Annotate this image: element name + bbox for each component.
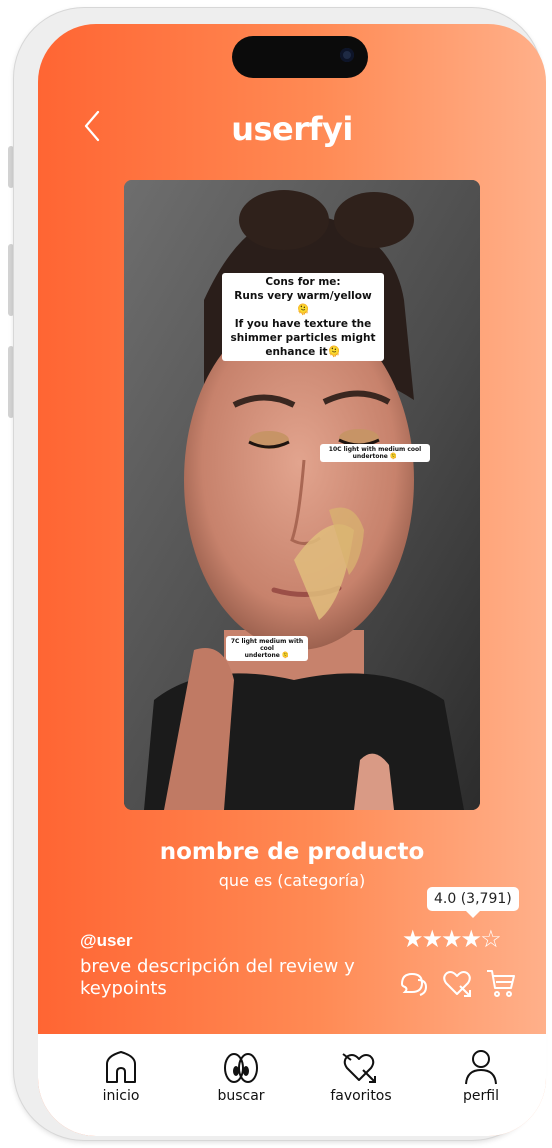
review-description: breve descripción del review y keypoints [80, 956, 355, 999]
home-icon [106, 1051, 136, 1083]
tab-inicio[interactable]: inicio [76, 1048, 166, 1104]
caption-cons: Cons for me: Runs very warm/yellow 🫠 If … [222, 273, 384, 361]
tab-buscar[interactable]: buscar [196, 1048, 286, 1104]
tab-label-favoritos: favoritos [330, 1088, 392, 1104]
caption-shade-7c: 7C light medium with cool undertone 🫠 [226, 636, 308, 661]
product-name: nombre de producto [159, 839, 425, 865]
eyes-icon [224, 1053, 258, 1083]
cart-icon[interactable] [484, 966, 518, 1000]
comment-icon[interactable] [396, 966, 430, 1000]
review-author[interactable]: @user [80, 931, 133, 951]
rating-tooltip: 4.0 (3,791) [427, 887, 519, 918]
person-icon [465, 1050, 497, 1085]
dynamic-island [232, 36, 368, 78]
bottom-tab-bar: inicio buscar favoritos perfil [38, 1034, 546, 1136]
tab-label-inicio: inicio [102, 1088, 140, 1104]
camera-icon [340, 48, 354, 62]
review-video[interactable]: Cons for me: Runs very warm/yellow 🫠 If … [124, 180, 480, 810]
phone-frame: userfyi Cons for me: Runs very warm/yell… [14, 8, 546, 1140]
tab-label-buscar: buscar [217, 1088, 265, 1104]
app-logo: userfyi [231, 110, 353, 148]
tab-label-perfil: perfil [463, 1088, 499, 1104]
review-actions [396, 966, 518, 1000]
favorite-icon[interactable] [440, 966, 474, 1000]
app-screen: userfyi Cons for me: Runs very warm/yell… [38, 24, 546, 1136]
star-rating[interactable]: ★★★★☆ [402, 928, 502, 952]
heart-arrow-icon [342, 1053, 376, 1083]
caption-shade-10c: 10C light with medium cool undertone 🫠 [320, 444, 430, 462]
tab-perfil[interactable]: perfil [436, 1048, 526, 1104]
tab-favoritos[interactable]: favoritos [316, 1048, 406, 1104]
